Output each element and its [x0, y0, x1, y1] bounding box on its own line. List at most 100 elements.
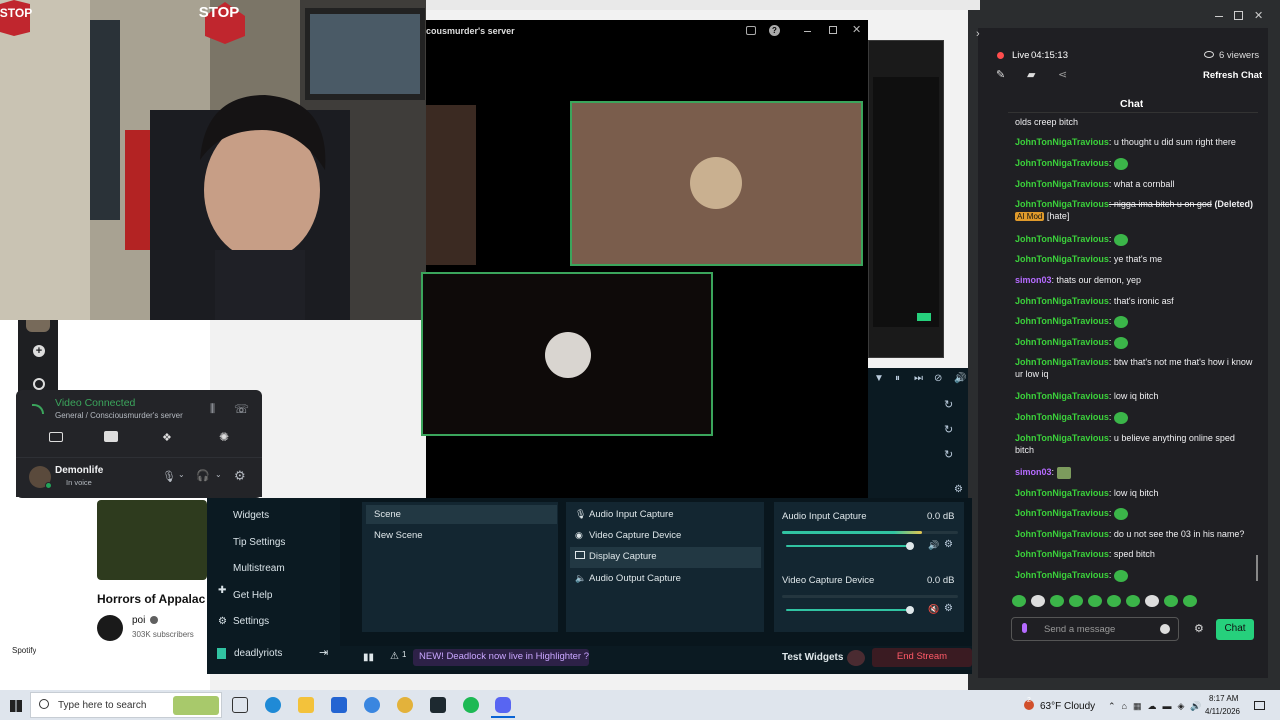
volume-slider[interactable] [786, 545, 910, 547]
noise-suppression-icon[interactable]: ⫼ [210, 403, 215, 416]
source-name-4[interactable]: Audio Output Capture [589, 573, 681, 584]
maximize-icon-main[interactable] [1234, 11, 1243, 20]
chat-user[interactable]: simon03 [1015, 275, 1052, 285]
speaker-muted-icon[interactable]: 🔇 [928, 604, 939, 615]
source-name-2[interactable]: Video Capture Device [589, 530, 681, 541]
chat-user[interactable]: JohnTonNigaTravious [1015, 137, 1109, 147]
mute-icon[interactable]: 🎙 [162, 470, 176, 483]
weather-text[interactable]: 63°F Cloudy [1040, 701, 1095, 712]
participant-tile-partial[interactable] [426, 105, 476, 265]
clock-date[interactable]: 4/11/2026 [1205, 707, 1240, 716]
highlighter-banner[interactable]: NEW! Deadlock now live in Highlighter ? [413, 649, 589, 666]
refresh-icon[interactable]: ↻ [944, 398, 953, 411]
gear-icon-mixer-2[interactable]: ⚙ [944, 603, 953, 614]
chat-user[interactable]: JohnTonNigaTravious [1015, 391, 1109, 401]
emote-button[interactable] [1050, 595, 1064, 607]
chat-send-button[interactable]: Chat [1216, 619, 1254, 640]
filter-icon[interactable]: ▼ [874, 373, 884, 384]
server-icon[interactable] [26, 320, 50, 332]
copilot-icon[interactable] [364, 697, 380, 713]
chat-user[interactable]: JohnTonNigaTravious [1015, 337, 1109, 347]
chat-user[interactable]: JohnTonNigaTravious [1015, 234, 1109, 244]
test-widgets-button[interactable]: Test Widgets [782, 652, 843, 663]
emote-button[interactable] [1164, 595, 1178, 607]
edge-icon[interactable] [265, 697, 281, 713]
gear-icon-panel[interactable]: ⚙ [954, 484, 963, 495]
emote-button[interactable] [1031, 595, 1045, 607]
refresh-icon-2[interactable]: ↻ [944, 423, 953, 436]
chat-user[interactable]: JohnTonNigaTravious [1015, 488, 1109, 498]
rec-button[interactable] [847, 650, 865, 666]
volume-icon[interactable]: 🔊 [954, 373, 966, 384]
screen-share-icon[interactable] [104, 431, 118, 442]
scene-name-2[interactable]: New Scene [374, 530, 423, 541]
user-name[interactable]: Demonlife [55, 465, 103, 476]
gear-icon[interactable]: ⚙ [234, 468, 246, 484]
chat-user[interactable]: JohnTonNigaTravious [1015, 549, 1109, 559]
stats-icon[interactable]: ▮▮ [363, 652, 374, 663]
search-placeholder[interactable]: Type here to search [58, 700, 146, 711]
logout-icon[interactable]: ⇥ [319, 646, 328, 659]
account-name[interactable]: deadlyriots [234, 648, 282, 659]
emote-button[interactable] [1145, 595, 1159, 607]
disconnect-icon[interactable]: ☏ [234, 402, 249, 416]
volume-slider-knob-2[interactable] [906, 606, 914, 614]
source-name[interactable]: Audio Input Capture [589, 509, 674, 520]
store-icon[interactable] [331, 697, 347, 713]
refresh-icon-3[interactable]: ↻ [944, 448, 953, 461]
emote-button[interactable] [1012, 595, 1026, 607]
chat-settings-icon[interactable]: ⚙ [1194, 622, 1204, 635]
voice-channel[interactable]: General / Consciousmurder's server [55, 411, 183, 420]
chevron-down-icon-2[interactable]: ⌄ [215, 470, 222, 479]
nav-settings[interactable]: Settings [233, 616, 269, 627]
mic-icon[interactable] [1022, 623, 1027, 633]
chat-user[interactable]: JohnTonNigaTravious [1015, 508, 1109, 518]
notification-icon[interactable] [1254, 701, 1265, 710]
chat-user[interactable]: JohnTonNigaTravious [1015, 412, 1109, 422]
deafen-icon[interactable]: 🎧 [196, 469, 210, 482]
source-name-3[interactable]: Display Capture [589, 551, 657, 562]
chevron-down-icon[interactable]: ⌄ [178, 470, 185, 479]
volume-slider-2[interactable] [786, 609, 910, 611]
speaker-icon-mixer[interactable]: 🔊 [928, 540, 939, 551]
inbox-icon[interactable] [746, 26, 756, 35]
chat-user[interactable]: JohnTonNigaTravious [1015, 357, 1109, 367]
video-title[interactable]: Horrors of Appalac [97, 592, 205, 606]
streamlabs-icon[interactable] [430, 697, 446, 713]
video-thumbnail[interactable] [97, 500, 207, 580]
pen-icon[interactable]: ✎ [996, 68, 1005, 81]
gear-icon-mixer[interactable]: ⚙ [944, 539, 953, 550]
chat-scrollbar[interactable] [1256, 555, 1258, 581]
chat-user[interactable]: JohnTonNigaTravious [1015, 179, 1109, 189]
taskbar-search[interactable]: Type here to search [30, 692, 222, 718]
file-explorer-icon[interactable] [298, 697, 314, 713]
chat-user[interactable]: JohnTonNigaTravious [1015, 570, 1109, 580]
pause-icon[interactable]: ⏸ [895, 373, 900, 384]
volume-slider-knob[interactable] [906, 542, 914, 550]
nav-multistream[interactable]: Multistream [233, 563, 285, 574]
mute-all-icon[interactable]: ⊘ [934, 373, 942, 384]
emote-button[interactable] [1126, 595, 1140, 607]
chat-user[interactable]: JohnTonNigaTravious [1015, 296, 1109, 306]
chrome-icon[interactable] [397, 697, 413, 713]
close-icon-main[interactable]: ✕ [1254, 9, 1263, 22]
emote-button[interactable] [1069, 595, 1083, 607]
emote-button[interactable] [1183, 595, 1197, 607]
end-stream-button[interactable]: End Stream [872, 648, 972, 667]
discord-icon[interactable] [495, 697, 511, 713]
soundboard-icon[interactable]: ✺ [219, 430, 229, 444]
alert-icon[interactable]: ⚠ [390, 651, 399, 662]
preview-send-button[interactable] [917, 313, 931, 321]
chevron-right-icon[interactable]: › [976, 28, 980, 40]
chat-user[interactable]: JohnTonNigaTravious [1015, 254, 1109, 264]
clock-time[interactable]: 8:17 AM [1209, 694, 1238, 703]
add-server-icon[interactable]: + [33, 345, 45, 357]
refresh-chat-button[interactable]: Refresh Chat [1203, 70, 1262, 81]
share-icon[interactable]: ⋖ [1058, 68, 1067, 81]
task-view-icon[interactable] [232, 697, 248, 713]
chat-user[interactable]: simon03 [1015, 467, 1052, 477]
clip-icon[interactable]: ▰ [1027, 68, 1035, 81]
spotify-icon[interactable] [463, 697, 479, 713]
scene-name[interactable]: Scene [374, 509, 401, 520]
minimize-icon-main[interactable] [1215, 16, 1223, 17]
